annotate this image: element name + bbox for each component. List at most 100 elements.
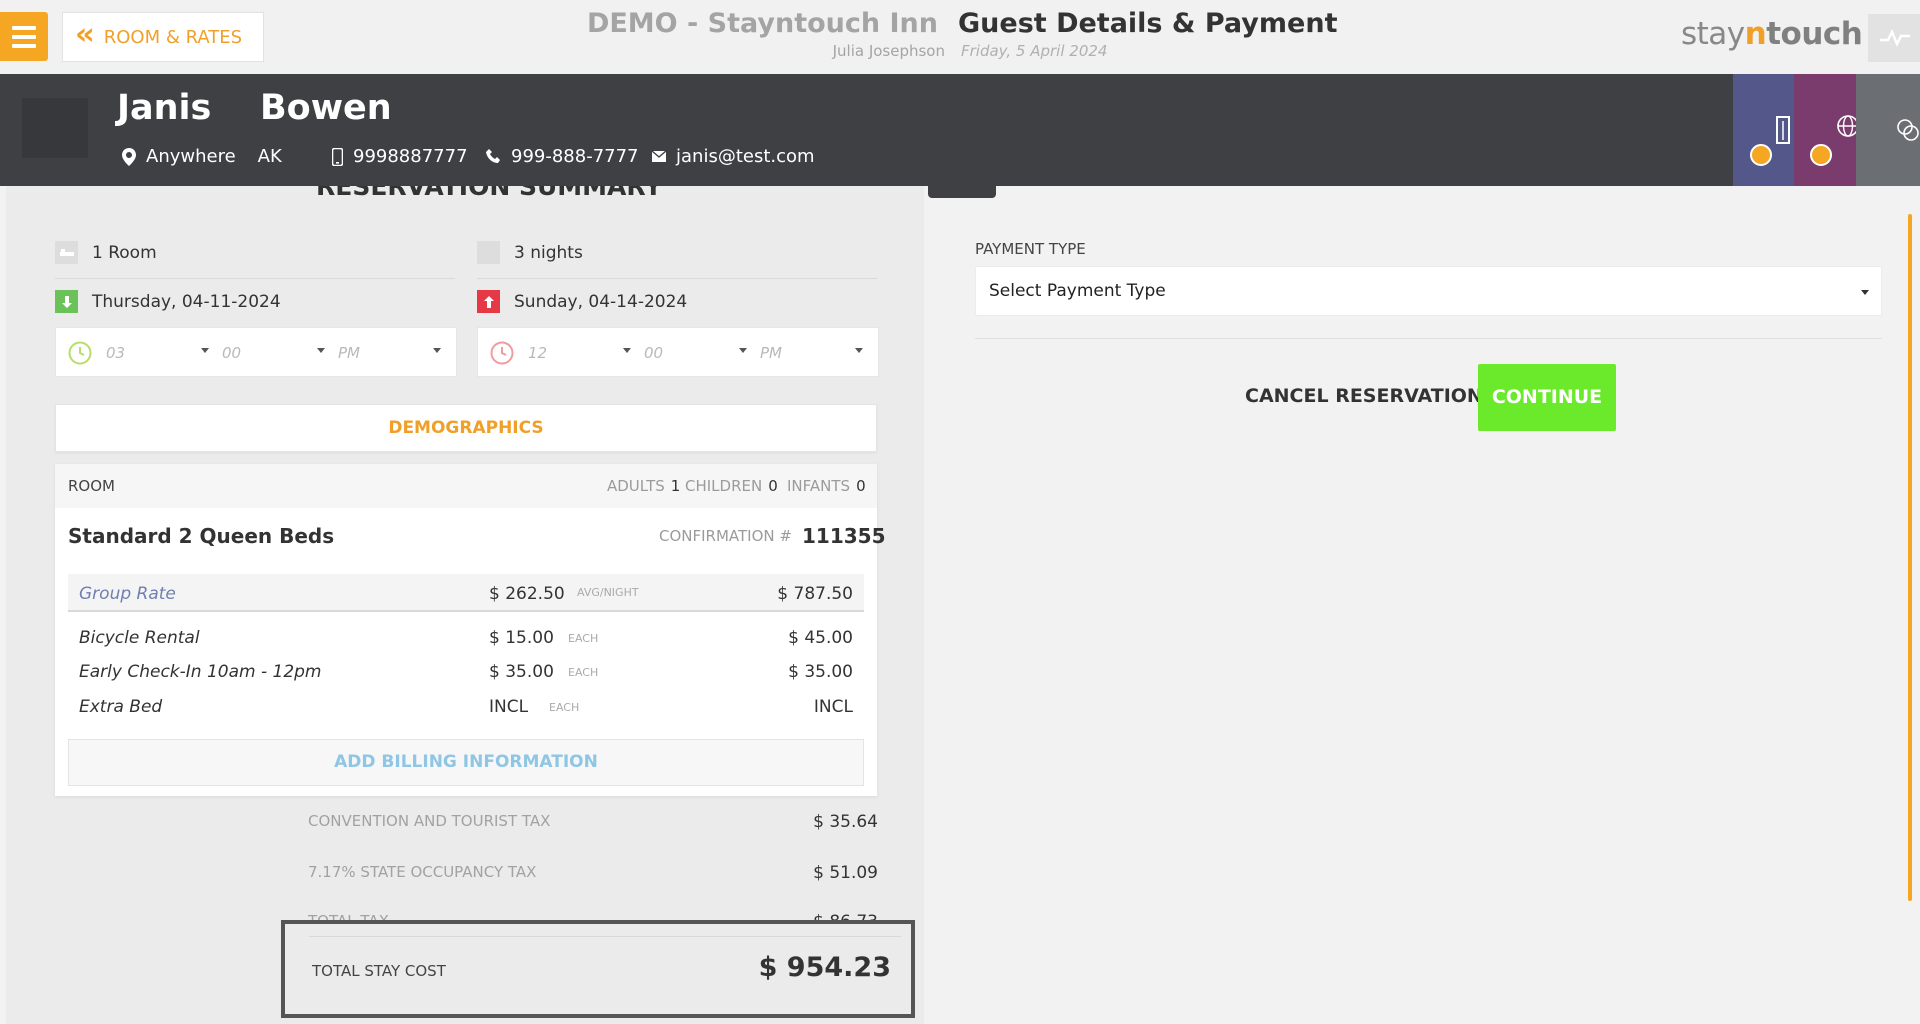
tab-rates-overview[interactable] — [1856, 74, 1920, 186]
reservation-summary-panel: RESERVATION SUMMARY 1 Room 3 nights Thur… — [6, 186, 924, 1024]
addon-unit: EACH — [549, 701, 580, 714]
guest-email-address: janis@test.com — [676, 146, 815, 167]
total-stay-cost-box: TOTAL STAY COST $ 954.23 — [281, 920, 915, 1018]
infants-value: 0 — [856, 477, 866, 495]
children-value: 0 — [768, 477, 778, 495]
chevron-down-icon — [201, 348, 209, 353]
tax-row: 7.17% STATE OCCUPANCY TAX $ 51.09 — [308, 863, 878, 887]
guest-state: AK — [257, 146, 282, 167]
top-header: ‹‹ ROOM & RATES DEMO - Stayntouch Inn Ju… — [0, 0, 1920, 74]
panel-tab-handle — [928, 186, 996, 198]
logo-part: n — [1744, 16, 1767, 52]
reservation-summary-title: RESERVATION SUMMARY — [316, 186, 663, 201]
cancel-reservation-button[interactable]: CANCEL RESERVATION — [1245, 385, 1483, 407]
back-button-label: ROOM & RATES — [103, 26, 243, 48]
clock-icon — [68, 341, 92, 365]
room-card: ROOM ADULTS 1 CHILDREN 0 INFANTS 0 Standard… — [55, 464, 886, 796]
demographics-button[interactable]: DEMOGRAPHICS — [55, 404, 877, 452]
adults-label: ADULTS — [607, 477, 665, 495]
divider — [477, 278, 877, 279]
tax-name: CONVENTION AND TOURIST TAX — [308, 812, 551, 830]
rate-total: $ 787.50 — [777, 584, 853, 604]
guest-mobile: 9998887777 — [332, 146, 468, 167]
business-date: Friday, 5 April 2024 — [961, 42, 1108, 60]
guest-email: janis@test.com — [652, 146, 815, 167]
payment-type-select[interactable]: Select Payment Type — [975, 266, 1882, 316]
add-billing-information-button[interactable]: ADD BILLING INFORMATION — [68, 739, 864, 786]
arrival-minute-select[interactable]: 00 — [222, 344, 241, 362]
addon-name: Extra Bed — [79, 697, 163, 717]
arrival-ampm-select[interactable]: PM — [338, 344, 360, 362]
room-count-label: 1 Room — [92, 242, 157, 263]
stayntouch-logo: stayntouch — [1681, 16, 1863, 52]
tab-web-search[interactable] — [1794, 74, 1859, 186]
chevron-down-icon — [623, 348, 631, 353]
guest-mobile-number: 9998887777 — [353, 146, 468, 167]
addon-amount: $ 15.00 — [489, 628, 554, 648]
chevron-down-icon — [1861, 290, 1869, 295]
room-label: ROOM — [68, 477, 115, 495]
room-type: Standard 2 Queen Beds — [68, 524, 335, 548]
activity-button[interactable] — [1868, 14, 1920, 62]
rate-unit: AVG/NIGHT — [577, 586, 639, 599]
pulse-icon — [1880, 28, 1910, 48]
phone-icon — [486, 149, 500, 163]
user-name: Julia Josephson — [832, 42, 945, 60]
guest-location: Anywhere AK — [122, 146, 282, 167]
envelope-icon — [652, 151, 666, 162]
departure-hour-select[interactable]: 12 — [528, 344, 547, 362]
chevron-down-icon — [739, 348, 747, 353]
back-to-room-rates-button[interactable]: ‹‹ ROOM & RATES — [62, 12, 264, 62]
total-stay-cost-value: $ 954.23 — [758, 952, 891, 983]
tax-row: CONVENTION AND TOURIST TAX $ 35.64 — [308, 812, 878, 836]
departure-time-picker[interactable]: 12 00 PM — [477, 327, 879, 377]
addon-name: Early Check-In 10am - 12pm — [79, 662, 322, 682]
scrollbar[interactable] — [1908, 214, 1912, 901]
hotel-name: DEMO - Stayntouch Inn — [586, 8, 938, 39]
menu-button[interactable] — [0, 12, 48, 61]
departure-date: Sunday, 04-14-2024 — [477, 290, 687, 313]
addon-unit: EACH — [568, 666, 599, 679]
chevron-down-icon — [855, 348, 863, 353]
payment-type-label: PAYMENT TYPE — [975, 240, 1086, 258]
bed-icon — [55, 241, 78, 264]
addon-total: $ 45.00 — [788, 628, 853, 648]
building-icon — [1776, 116, 1790, 144]
location-pin-icon — [122, 147, 136, 166]
search-badge-icon — [1750, 144, 1772, 166]
double-chevron-left-icon: ‹‹ — [75, 17, 95, 52]
addon-row: Early Check-In 10am - 12pm $ 35.00 EACH … — [68, 654, 864, 688]
rate-row[interactable]: Group Rate $ 262.50 AVG/NIGHT $ 787.50 — [68, 574, 864, 612]
adults-count: ADULTS 1 — [607, 477, 680, 495]
departure-date-label: Sunday, 04-14-2024 — [514, 291, 688, 312]
chevron-down-icon — [433, 348, 441, 353]
infants-label: INFANTS — [787, 477, 851, 495]
children-count: CHILDREN 0 — [685, 477, 778, 495]
adults-value: 1 — [670, 477, 681, 495]
children-label: CHILDREN — [685, 477, 763, 495]
chevron-down-icon — [317, 348, 325, 353]
addon-amount: $ 35.00 — [489, 662, 554, 682]
room-count: 1 Room — [55, 241, 157, 264]
confirmation-number: 111355 — [802, 524, 886, 548]
departure-arrow-icon — [477, 290, 500, 313]
divider — [309, 936, 901, 937]
arrival-hour-select[interactable]: 03 — [106, 344, 125, 362]
total-stay-cost-label: TOTAL STAY COST — [312, 962, 446, 980]
tab-room-search[interactable] — [1733, 74, 1794, 186]
rate-name[interactable]: Group Rate — [79, 584, 176, 604]
departure-ampm-select[interactable]: PM — [760, 344, 782, 362]
page-title: Guest Details & Payment — [958, 8, 1338, 39]
continue-button[interactable]: CONTINUE — [1478, 364, 1616, 431]
logo-part: stay — [1681, 16, 1745, 52]
clock-icon — [490, 341, 514, 365]
room-card-header: ROOM ADULTS 1 CHILDREN 0 INFANTS 0 — [55, 464, 877, 508]
guest-first-name[interactable]: Janis — [117, 88, 211, 128]
logo-part: touch — [1766, 16, 1863, 52]
guest-avatar[interactable] — [22, 98, 88, 158]
guest-last-name[interactable]: Bowen — [260, 88, 392, 128]
addon-row: Extra Bed INCL EACH INCL — [68, 689, 864, 723]
arrival-time-picker[interactable]: 03 00 PM — [55, 327, 457, 377]
departure-minute-select[interactable]: 00 — [644, 344, 663, 362]
guest-bar: Janis Bowen Anywhere AK 9998887777 999-8… — [0, 74, 1920, 186]
